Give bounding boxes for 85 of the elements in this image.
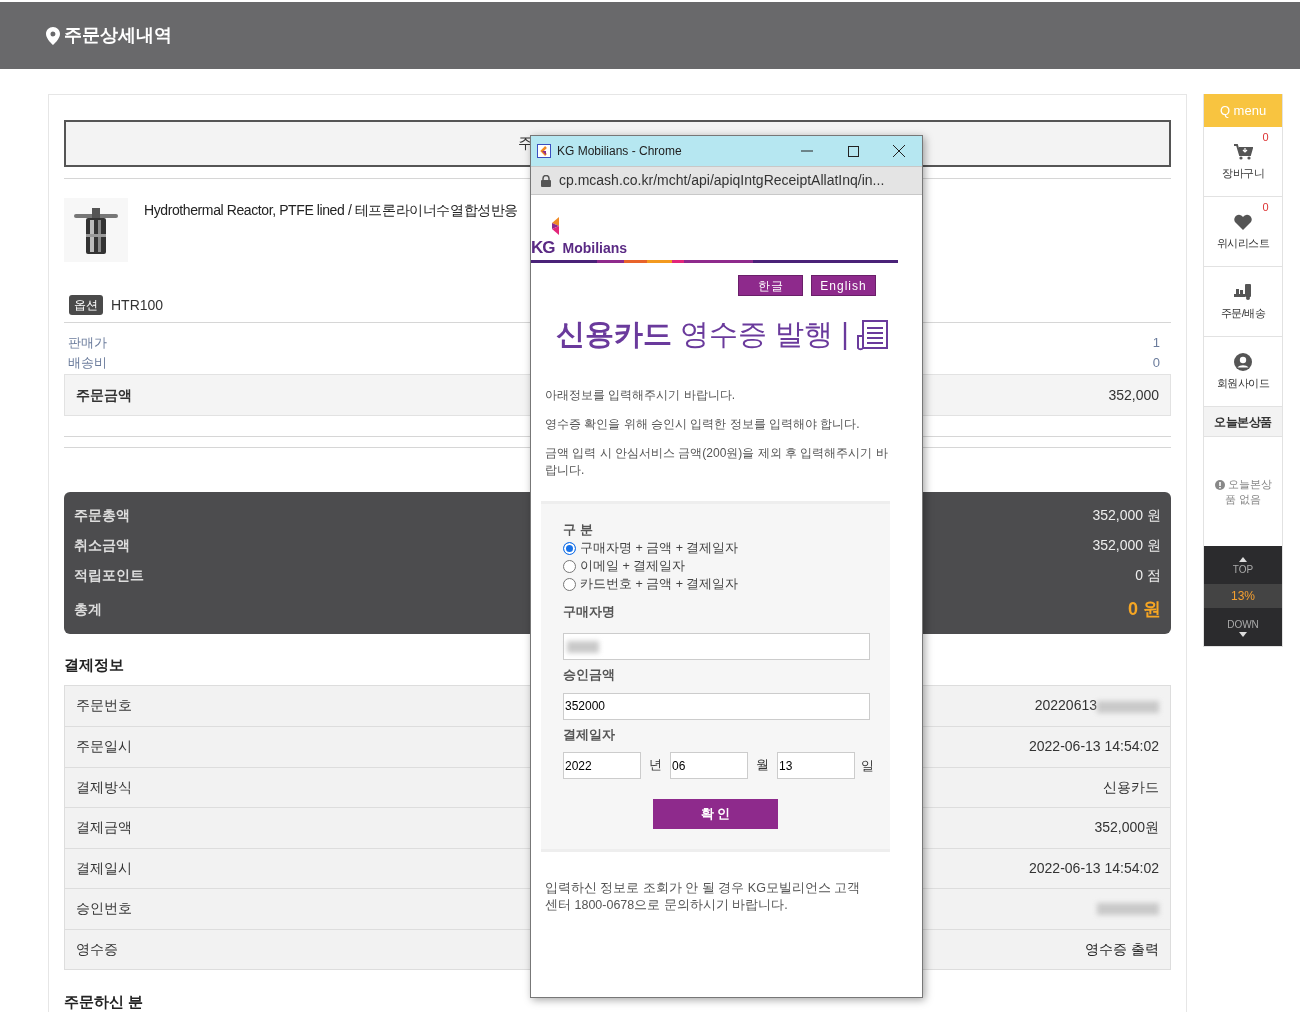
row-value: 신용카드 [1103, 777, 1159, 797]
radio-button[interactable] [563, 578, 576, 591]
summary-label: 주문총액 [74, 505, 130, 525]
buyer-name-field[interactable] [563, 633, 870, 660]
row-value: 352,000원 [1094, 818, 1159, 838]
row-value: 2022-06-13 14:54:02 [1029, 858, 1159, 878]
notice-text: 영수증 확인을 위해 승인시 입력한 정보를 입력해야 합니다. [544, 416, 861, 433]
page-title: 주문상세내역 [64, 24, 172, 47]
summary-label: 총계 [74, 599, 102, 619]
contact-note: 입력하신 정보로 조회가 안 될 경우 KG모빌리언스 고객센터 1800-0678으로 문의하시기 바랍니다. [544, 880, 862, 914]
scroll-percent: 13% [1204, 584, 1282, 608]
date-unit: 월 [755, 757, 770, 775]
radio-button[interactable] [563, 542, 576, 555]
close-icon [893, 145, 905, 157]
summary-label: 적립포인트 [74, 565, 144, 585]
option-badge: 옵션 [69, 295, 103, 315]
price-value: 0 [1152, 354, 1160, 372]
caret-down-icon [1239, 632, 1247, 637]
option-value: HTR100 [111, 295, 164, 315]
radio-label: 구매자명 + 금액 + 결제일자 [580, 540, 739, 558]
quick-menu-title: Q menu [1204, 94, 1282, 127]
quick-menu-item[interactable]: 장바구니 0 [1204, 127, 1282, 197]
date-field[interactable]: 2022 [563, 752, 641, 779]
field-label: 승인금액 [563, 666, 616, 684]
price-label: 판매가 [68, 334, 107, 352]
date-unit: 년 [648, 757, 663, 775]
price-label: 배송비 [68, 354, 107, 372]
row-label: 주문번호 [76, 696, 132, 716]
summary-value: 0 원 [1128, 597, 1161, 621]
row-label: 승인번호 [76, 899, 132, 919]
row-value: 2022-06-13 14:54:02 [1029, 737, 1159, 757]
user-icon [1233, 351, 1253, 371]
field-label: 구 분 [563, 521, 594, 539]
date-field[interactable]: 13 [777, 752, 855, 779]
count-label: 0 [1262, 200, 1268, 215]
window-title: KG Mobilians - Chrome [557, 143, 683, 160]
address-url: cp.mcash.co.kr/mcht/api/apiqIntgReceiptAllatInq/in... [559, 171, 885, 190]
recent-title: 오늘본상품 [1204, 407, 1282, 437]
summary-value: 0 점 [1135, 565, 1161, 585]
row-label: 영수증 [76, 939, 118, 959]
language-button[interactable]: English [811, 275, 876, 296]
document-icon [856, 319, 888, 351]
summary-value: 352,000 원 [1092, 535, 1161, 555]
truck-icon [1233, 281, 1253, 301]
radio-button[interactable] [563, 560, 576, 573]
confirm-button[interactable]: 확 인 [653, 799, 778, 829]
row-label: 결제방식 [76, 777, 132, 797]
summary-value: 352,000 원 [1092, 505, 1161, 525]
section-heading: 주문하신 분 [64, 992, 144, 1012]
maximize-icon [847, 145, 859, 157]
row-label: 결제일시 [76, 858, 132, 878]
row-label: 결제금액 [76, 818, 132, 838]
language-button[interactable]: 한글 [738, 275, 803, 296]
row-label: 주문일시 [76, 737, 132, 757]
amount-value: 352,000 [1108, 385, 1159, 405]
notice-text: 금액 입력 시 안심서비스 금액(200원)을 제외 후 입력해주시기 바랍니다. [544, 445, 889, 479]
amount-field[interactable]: 352000 [563, 692, 870, 720]
app-favicon [537, 144, 551, 158]
company-logo: KG Mobilians [531, 195, 922, 260]
radio-label: 카드번호 + 금액 + 결제일자 [580, 576, 739, 594]
count-label: 0 [1262, 130, 1268, 145]
quick-menu-item[interactable]: 주문/배송 [1204, 267, 1282, 337]
product-name: Hydrothermal Reactor, PTFE lined / 테프론라이너수열합성반응 [144, 201, 519, 220]
amount-label: 주문금액 [76, 385, 132, 405]
date-unit: 일 [859, 757, 875, 775]
receipt-print-link[interactable]: 영수증 출력 [1085, 938, 1159, 960]
scroll-down-button[interactable]: DOWN [1204, 608, 1282, 646]
caret-up-icon [1239, 557, 1247, 562]
field-label: 구매자명 [563, 602, 616, 621]
lock-icon [541, 174, 551, 187]
empty-message: 오늘본상품 없음 [1224, 477, 1272, 505]
notice-text: 아래정보를 입력해주시기 바랍니다. [544, 387, 736, 404]
date-field[interactable]: 06 [670, 752, 748, 779]
scroll-top-button[interactable]: TOP [1204, 546, 1282, 584]
info-icon [1214, 479, 1225, 490]
field-label: 결제일자 [563, 725, 616, 744]
summary-label: 취소금액 [74, 535, 130, 555]
radio-label: 이메일 + 결제일자 [580, 558, 686, 576]
section-heading: 결제정보 [64, 655, 124, 675]
quick-menu-item[interactable]: 위시리스트 0 [1204, 197, 1282, 267]
row-value: 20220613 [1034, 695, 1159, 717]
receipt-heading: 신용카드 영수증 발행 | [556, 317, 849, 353]
price-value: 1 [1152, 334, 1160, 352]
location-pin-icon [46, 26, 60, 45]
cart-icon [1233, 141, 1253, 161]
